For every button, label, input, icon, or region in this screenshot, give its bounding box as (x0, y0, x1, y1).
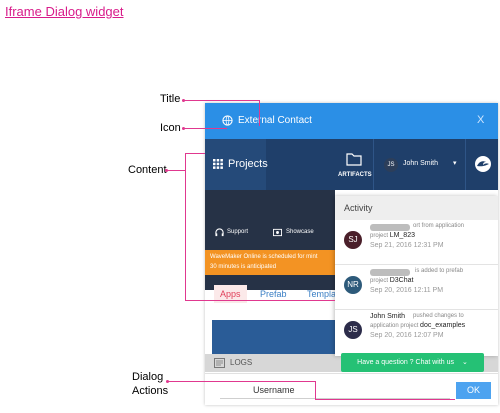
actions-leader-drop (315, 381, 316, 400)
chevron-down-icon: ⌄ (461, 359, 468, 366)
activity-avatar: NR (344, 276, 362, 294)
activity-text: is added to prefab (415, 268, 464, 274)
content-bracket-top (185, 153, 205, 154)
activity-time: Sep 20, 2016 12:07 PM (370, 332, 444, 339)
dashboard-panel: Support Showcase (205, 190, 335, 290)
activity-text: ort from application (413, 223, 465, 229)
actions-leader-line (167, 381, 315, 382)
artifacts-button[interactable]: ARTIFACTS (336, 139, 372, 190)
content-leader-dot (165, 169, 168, 172)
blurred-name (370, 224, 410, 231)
activity-avatar: JS (344, 321, 362, 339)
activity-project: project D3Chat (370, 277, 414, 284)
activity-avatar: SJ (344, 231, 362, 249)
ok-button[interactable]: OK (456, 382, 491, 399)
chat-button[interactable]: Have a question ? Chat with us ⌄ (341, 353, 484, 372)
app-card[interactable] (212, 320, 335, 355)
chevron-down-icon: ▾ (453, 160, 457, 167)
dialog-actions: Username OK (205, 373, 498, 405)
projects-tab[interactable]: Projects (205, 139, 268, 190)
projects-label: Projects (228, 158, 268, 170)
iframe-dialog: External Contact X Projects ARTIFACTS JS… (205, 103, 498, 405)
title-leader-dot (182, 99, 185, 102)
dialog-header: External Contact X (205, 103, 498, 139)
activity-project: application project doc_examples (370, 322, 466, 329)
tab-prefab[interactable]: Prefab (260, 289, 287, 299)
title-leader-drop (259, 100, 260, 126)
activity-item[interactable]: NR is added to prefab project D3Chat Sep… (335, 265, 498, 310)
page-heading: Iframe Dialog widget (5, 4, 124, 19)
callout-content-label: Content (128, 164, 167, 176)
wavemaker-button[interactable] (465, 139, 498, 190)
user-avatar: JS (384, 158, 398, 172)
activity-text: pushed changes to (413, 313, 464, 319)
user-name: John Smith (403, 160, 439, 167)
app-topbar: Projects ARTIFACTS JS John Smith ▾ (205, 139, 498, 190)
dialog-title: External Contact (238, 115, 312, 126)
maintenance-banner: WaveMaker Online is scheduled for mint 3… (205, 250, 335, 275)
username-label: Username (253, 385, 295, 395)
activity-title: Activity (344, 203, 373, 213)
showcase-icon (273, 228, 282, 237)
activity-panel: Activity SJ ort from application project… (335, 196, 498, 356)
activity-project: project LM_823 (370, 232, 415, 239)
callout-title-label: Title (160, 93, 181, 105)
grid-icon (213, 159, 223, 169)
content-bracket-vertical (185, 153, 186, 301)
title-leader-line (183, 100, 259, 101)
actions-leader-under (315, 399, 455, 400)
activity-header: Activity (335, 196, 498, 220)
activity-time: Sep 21, 2016 12:31 PM (370, 242, 444, 249)
headset-icon (215, 228, 224, 237)
showcase-link[interactable]: Showcase (286, 229, 314, 235)
project-tabs: Apps Prefab Templa (205, 280, 336, 310)
wavemaker-logo-icon (475, 156, 491, 172)
icon-leader-dot (182, 127, 185, 130)
activity-user-name: John Smith (370, 313, 406, 320)
user-menu[interactable]: JS John Smith ▾ (373, 139, 466, 190)
support-link[interactable]: Support (227, 229, 248, 235)
chat-label: Have a question ? Chat with us (357, 359, 455, 366)
artifacts-label: ARTIFACTS (338, 172, 372, 178)
blurred-name (370, 269, 410, 276)
activity-item[interactable]: JS John Smith pushed changes to applicat… (335, 310, 498, 354)
folder-icon (346, 153, 362, 166)
logs-icon (214, 358, 225, 368)
globe-icon (222, 115, 233, 126)
content-leader-line (166, 170, 186, 171)
dialog-close-button[interactable]: X (477, 114, 484, 126)
callout-actions-label-line2: Actions (132, 385, 169, 397)
icon-leader-line (183, 128, 227, 129)
logs-label: LOGS (230, 358, 253, 367)
content-bracket-bottom (185, 300, 335, 301)
actions-leader-dot (166, 380, 169, 383)
banner-line-1: WaveMaker Online is scheduled for mint (210, 254, 318, 260)
activity-time: Sep 20, 2016 12:11 PM (370, 287, 444, 294)
banner-line-2: 30 minutes is anticipated (210, 264, 277, 270)
tab-templates[interactable]: Templa (307, 289, 336, 299)
callout-icon-label: Icon (160, 122, 181, 134)
callout-actions-label-line1: Dialog (132, 371, 164, 383)
activity-item[interactable]: SJ ort from application project LM_823 S… (335, 220, 498, 265)
